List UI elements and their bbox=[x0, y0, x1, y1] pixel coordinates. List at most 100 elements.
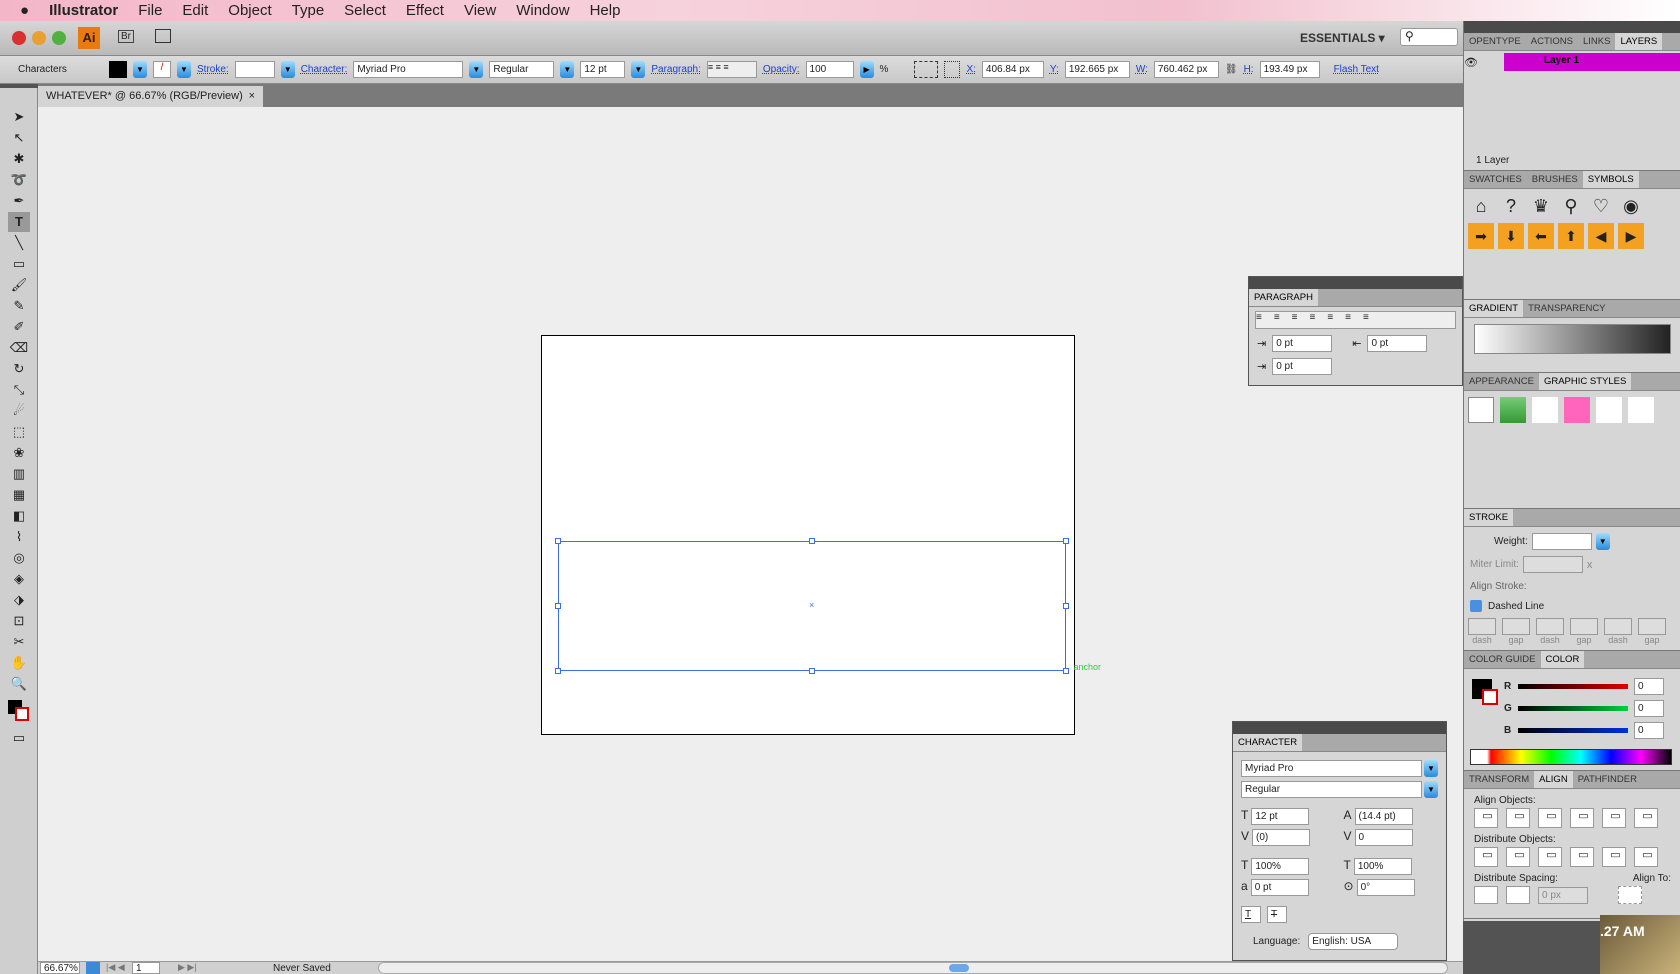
graphic-style-swatch[interactable] bbox=[1468, 397, 1494, 423]
rotation-input[interactable]: 0° bbox=[1356, 879, 1415, 896]
panel-header[interactable] bbox=[1233, 722, 1446, 734]
align-button[interactable]: ▭ bbox=[1474, 808, 1498, 828]
document-tab[interactable]: WHATEVER* @ 66.67% (RGB/Preview) × bbox=[38, 86, 263, 107]
symbol-swatch[interactable]: ◀ bbox=[1588, 223, 1614, 249]
apple-icon[interactable]: ● bbox=[20, 2, 29, 19]
free-transform-tool-icon[interactable]: ⬚ bbox=[8, 422, 30, 442]
page-nav-next-last[interactable]: ▶ ▶| bbox=[178, 962, 197, 973]
channel-slider[interactable] bbox=[1518, 683, 1628, 689]
graphic-style-swatch[interactable] bbox=[1628, 397, 1654, 423]
symbol-sprayer-tool-icon[interactable]: ❀ bbox=[8, 443, 30, 463]
dash-gap-input[interactable] bbox=[1468, 618, 1496, 635]
y-label[interactable]: Y: bbox=[1050, 64, 1059, 75]
align-button[interactable]: ▭ bbox=[1570, 808, 1594, 828]
symbol-swatch[interactable]: ▶ bbox=[1618, 223, 1644, 249]
stroke-color-swatch[interactable] bbox=[1482, 689, 1498, 705]
vertical-distribute-space-button[interactable] bbox=[1474, 886, 1498, 904]
graphic-style-swatch[interactable] bbox=[1596, 397, 1622, 423]
font-size-input[interactable]: 12 pt bbox=[1251, 808, 1310, 825]
flash-text-link[interactable]: Flash Text bbox=[1334, 64, 1379, 75]
lasso-tool-icon[interactable]: ➰ bbox=[8, 170, 30, 190]
resize-handle[interactable] bbox=[1063, 603, 1069, 609]
resize-handle[interactable] bbox=[1063, 668, 1069, 674]
live-paint-selection-tool-icon[interactable]: ⬗ bbox=[8, 590, 30, 610]
font-style-input[interactable]: Regular bbox=[489, 61, 555, 78]
tab-transparency[interactable]: TRANSPARENCY bbox=[1523, 300, 1610, 317]
artboard[interactable] bbox=[541, 335, 1075, 735]
type-tool-icon[interactable]: T bbox=[8, 212, 30, 232]
direct-selection-tool-icon[interactable]: ↖ bbox=[8, 128, 30, 148]
artboard-tool-icon[interactable]: ⊡ bbox=[8, 611, 30, 631]
blob-brush-tool-icon[interactable]: ✐ bbox=[8, 317, 30, 337]
layer-row[interactable]: 👁 Layer 1 bbox=[1464, 53, 1680, 71]
height-input[interactable]: 193.49 px bbox=[1259, 61, 1320, 78]
zoom-window-button[interactable] bbox=[52, 31, 66, 45]
scroll-thumb[interactable] bbox=[949, 964, 969, 972]
spacing-input[interactable]: 0 px bbox=[1538, 886, 1588, 904]
resize-handle[interactable] bbox=[809, 538, 815, 544]
constrain-link-icon[interactable]: ⛓ bbox=[1225, 64, 1238, 75]
align-button[interactable]: ▭ bbox=[1506, 808, 1530, 828]
zoom-level-input[interactable]: 66.67% bbox=[40, 962, 80, 974]
menu-app[interactable]: Illustrator bbox=[49, 2, 118, 19]
right-indent-input[interactable]: 0 pt bbox=[1367, 335, 1428, 352]
tab-transform[interactable]: TRANSFORM bbox=[1464, 771, 1534, 788]
menu-file[interactable]: File bbox=[138, 2, 162, 19]
dash-gap-input[interactable] bbox=[1570, 618, 1598, 635]
tab-color-guide[interactable]: COLOR GUIDE bbox=[1464, 651, 1541, 668]
underline-button[interactable]: T bbox=[1241, 906, 1261, 923]
menu-object[interactable]: Object bbox=[228, 2, 271, 19]
zoom-tool-icon[interactable]: 🔍 bbox=[8, 674, 30, 694]
tab-actions[interactable]: ACTIONS bbox=[1526, 33, 1578, 50]
tab-paragraph[interactable]: PARAGRAPH bbox=[1249, 289, 1318, 306]
font-size-input[interactable]: 12 pt bbox=[580, 61, 626, 78]
fill-stroke-swatches[interactable] bbox=[8, 700, 30, 722]
tab-opentype[interactable]: OPENTYPE bbox=[1464, 33, 1526, 50]
horizontal-distribute-space-button[interactable] bbox=[1506, 886, 1530, 904]
menu-window[interactable]: Window bbox=[516, 2, 569, 19]
close-tab-icon[interactable]: × bbox=[249, 90, 255, 102]
font-family-input[interactable]: Myriad Pro bbox=[1241, 760, 1422, 777]
stroke-weight-input[interactable] bbox=[1531, 533, 1592, 550]
align-button[interactable]: ▭ bbox=[1602, 847, 1626, 867]
w-label[interactable]: W: bbox=[1136, 64, 1148, 75]
channel-value-input[interactable]: 0 bbox=[1634, 721, 1664, 739]
eraser-tool-icon[interactable]: ⌫ bbox=[8, 338, 30, 358]
menu-edit[interactable]: Edit bbox=[182, 2, 208, 19]
channel-slider[interactable] bbox=[1518, 727, 1628, 733]
save-status[interactable]: Never Saved bbox=[273, 963, 331, 974]
panel-header[interactable] bbox=[1249, 277, 1462, 289]
close-window-button[interactable] bbox=[12, 31, 26, 45]
rotate-tool-icon[interactable]: ↻ bbox=[8, 359, 30, 379]
color-spectrum[interactable] bbox=[1470, 749, 1672, 765]
screen-mode-icon[interactable]: ▭ bbox=[8, 728, 30, 748]
horizontal-scrollbar[interactable] bbox=[378, 962, 1448, 974]
dash-gap-input[interactable] bbox=[1638, 618, 1666, 635]
tracking-input[interactable]: 0 bbox=[1354, 829, 1413, 846]
selection-tool-icon[interactable]: ➤ bbox=[8, 107, 30, 127]
symbol-swatch[interactable]: ⚲ bbox=[1558, 193, 1584, 219]
tab-links[interactable]: LINKS bbox=[1578, 33, 1615, 50]
align-objects-buttons[interactable]: ▭ ▭ ▭ ▭ ▭ ▭ bbox=[1474, 808, 1680, 828]
align-button[interactable]: ▭ bbox=[1570, 847, 1594, 867]
live-paint-tool-icon[interactable]: ◈ bbox=[8, 569, 30, 589]
align-button[interactable]: ▭ bbox=[1538, 808, 1562, 828]
mesh-tool-icon[interactable]: ▦ bbox=[8, 485, 30, 505]
tab-brushes[interactable]: BRUSHES bbox=[1527, 171, 1583, 188]
align-button[interactable]: ▭ bbox=[1634, 847, 1658, 867]
symbol-swatch[interactable]: ➡ bbox=[1468, 223, 1494, 249]
menu-view[interactable]: View bbox=[464, 2, 496, 19]
symbol-swatch[interactable]: ♛ bbox=[1528, 193, 1554, 219]
miter-limit-input[interactable] bbox=[1522, 556, 1583, 573]
minimize-window-button[interactable] bbox=[32, 31, 46, 45]
rectangle-tool-icon[interactable]: ▭ bbox=[8, 254, 30, 274]
graph-tool-icon[interactable]: ▥ bbox=[8, 464, 30, 484]
line-tool-icon[interactable]: ╲ bbox=[8, 233, 30, 253]
arrange-documents-icon[interactable] bbox=[155, 29, 171, 43]
resize-handle[interactable] bbox=[809, 668, 815, 674]
horizontal-scale-input[interactable]: 100% bbox=[1251, 858, 1310, 875]
warp-tool-icon[interactable]: ☄ bbox=[8, 401, 30, 421]
menu-select[interactable]: Select bbox=[344, 2, 386, 19]
align-to-select[interactable] bbox=[1618, 886, 1642, 904]
paragraph-align-buttons[interactable]: ≡ ≡ ≡ bbox=[706, 61, 757, 78]
